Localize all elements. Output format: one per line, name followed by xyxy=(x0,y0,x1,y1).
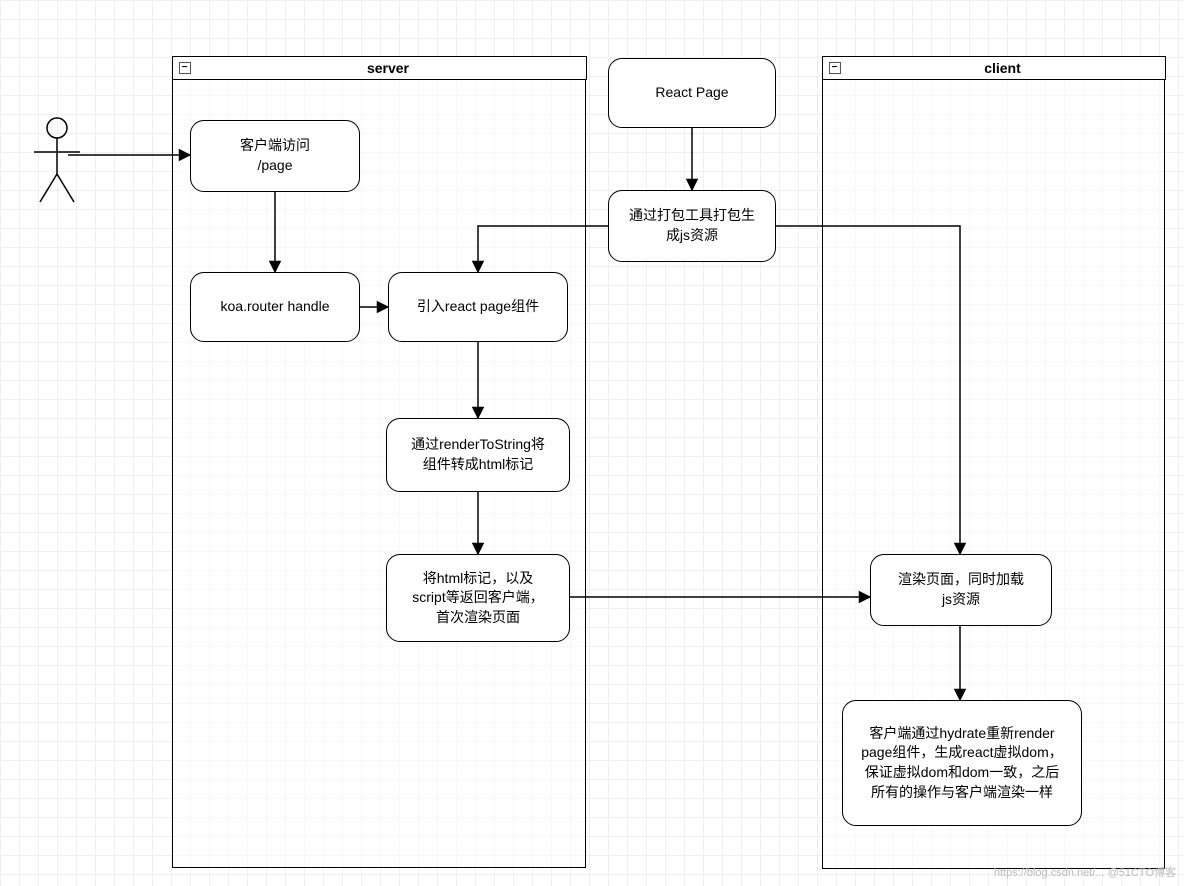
collapse-icon[interactable]: − xyxy=(179,62,191,74)
watermark: https://blog.csdn.net/... @51CTO博客 xyxy=(994,864,1176,880)
node-render-to-string: 通过renderToString将组件转成html标记 xyxy=(386,418,570,492)
node-label: 引入react page组件 xyxy=(417,297,539,317)
node-label: 将html标记，以及script等返回客户端，首次渲染页面 xyxy=(412,569,543,628)
collapse-icon[interactable]: − xyxy=(829,62,841,74)
node-label: React Page xyxy=(655,83,728,103)
node-react-page: React Page xyxy=(608,58,776,128)
node-label: 通过打包工具打包生成js资源 xyxy=(629,206,755,245)
node-label: koa.router handle xyxy=(221,297,330,317)
node-label: 客户端访问/page xyxy=(240,136,310,175)
diagram-canvas: − server − client 客户端访问/page koa.router … xyxy=(0,0,1184,886)
container-client-header: − client xyxy=(822,56,1166,80)
node-bundle-js: 通过打包工具打包生成js资源 xyxy=(608,190,776,262)
node-import-react: 引入react page组件 xyxy=(388,272,568,342)
container-client-title: client xyxy=(841,60,1165,76)
container-server-title: server xyxy=(191,60,586,76)
node-return-html: 将html标记，以及script等返回客户端，首次渲染页面 xyxy=(386,554,570,642)
node-label: 通过renderToString将组件转成html标记 xyxy=(411,435,545,474)
node-client-visit: 客户端访问/page xyxy=(190,120,360,192)
node-label: 客户端通过hydrate重新renderpage组件，生成react虚拟dom，… xyxy=(861,724,1063,802)
node-hydrate: 客户端通过hydrate重新renderpage组件，生成react虚拟dom，… xyxy=(842,700,1082,826)
node-label: 渲染页面，同时加载js资源 xyxy=(898,570,1024,609)
container-server-header: − server xyxy=(172,56,587,80)
node-render-page: 渲染页面，同时加载js资源 xyxy=(870,554,1052,626)
node-koa-router: koa.router handle xyxy=(190,272,360,342)
